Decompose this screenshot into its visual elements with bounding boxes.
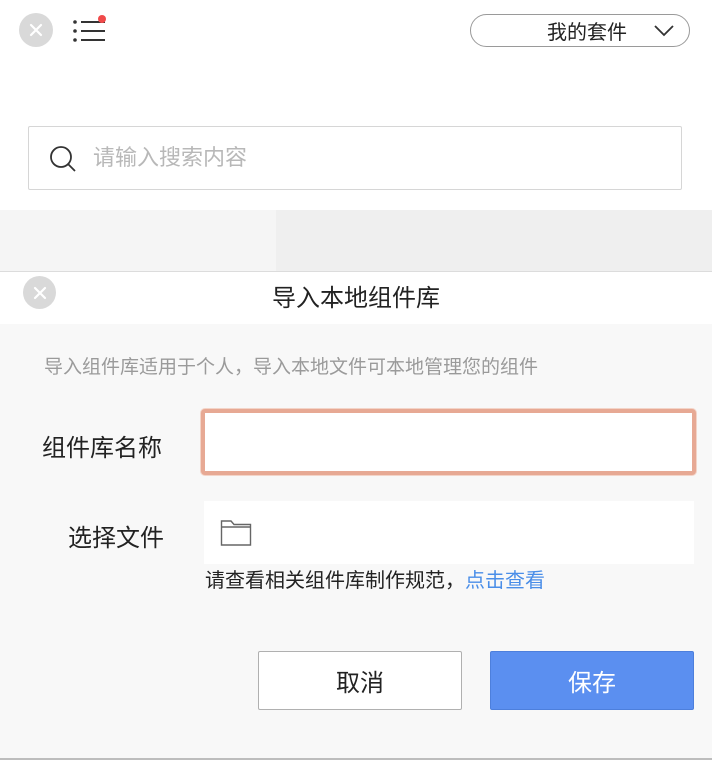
notification-dot bbox=[98, 15, 106, 23]
close-icon[interactable] bbox=[19, 13, 53, 47]
search-icon bbox=[50, 146, 76, 172]
dialog-title: 导入本地组件库 bbox=[272, 284, 440, 312]
library-name-input[interactable] bbox=[205, 413, 692, 471]
select-file-label: 选择文件 bbox=[68, 524, 164, 552]
chevron-down-icon bbox=[654, 25, 674, 37]
dialog-description: 导入组件库适用于个人，导入本地文件可本地管理您的组件 bbox=[44, 356, 539, 378]
list-menu-icon[interactable] bbox=[72, 15, 108, 45]
spec-hint-text: 请查看相关组件库制作规范， bbox=[205, 568, 465, 592]
background-panel bbox=[276, 210, 712, 272]
kit-dropdown[interactable]: 我的套件 bbox=[470, 14, 690, 47]
kit-dropdown-label: 我的套件 bbox=[547, 20, 627, 44]
folder-icon[interactable] bbox=[220, 517, 252, 547]
view-spec-link[interactable]: 点击查看 bbox=[465, 568, 545, 592]
app-window: 我的套件 导入本地组件库 导入组件库适用于个人，导入本地文件可本地管理您的组件 … bbox=[0, 0, 712, 760]
dialog-header: 导入本地组件库 bbox=[0, 272, 712, 324]
library-name-label: 组件库名称 bbox=[42, 434, 162, 462]
file-picker[interactable] bbox=[204, 501, 694, 564]
search-box[interactable] bbox=[28, 126, 682, 190]
save-button[interactable]: 保存 bbox=[490, 651, 694, 710]
background-panel bbox=[0, 210, 276, 272]
cancel-button[interactable]: 取消 bbox=[258, 651, 462, 710]
import-library-dialog: 导入本地组件库 导入组件库适用于个人，导入本地文件可本地管理您的组件 组件库名称… bbox=[0, 271, 712, 760]
search-input[interactable] bbox=[93, 133, 653, 183]
spec-hint: 请查看相关组件库制作规范，点击查看 bbox=[205, 564, 545, 593]
library-name-field[interactable] bbox=[201, 409, 696, 475]
